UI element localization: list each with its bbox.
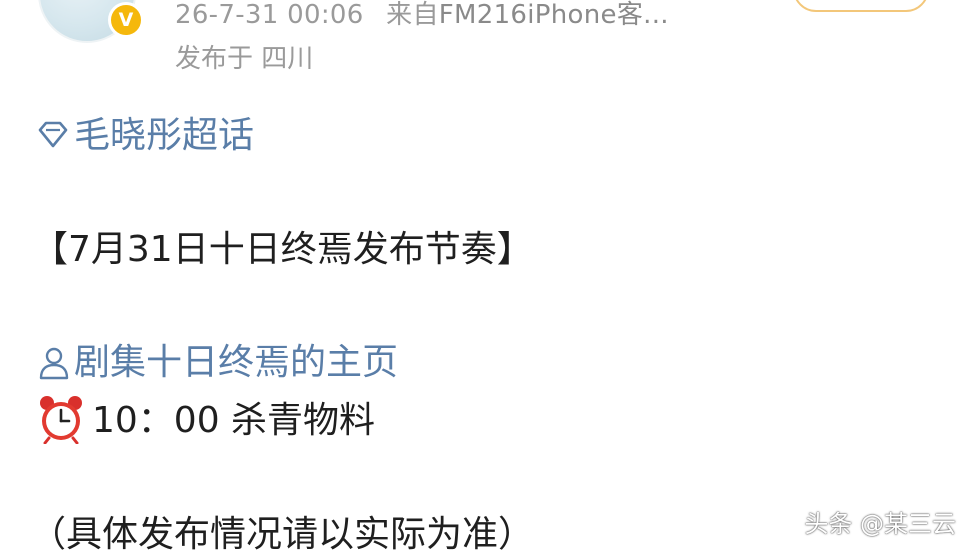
post-body: 毛晓彤超话 【7月31日十日终焉发布节奏】 剧集十日终焉的主页 10：00 杀青…	[0, 0, 968, 551]
watermark: 头条 @某三云	[804, 510, 956, 538]
mention-label: 剧集十日终焉的主页	[74, 342, 399, 383]
person-icon	[39, 347, 69, 380]
mention-link[interactable]: 剧集十日终焉的主页	[38, 333, 398, 385]
schedule-item: 10：00 杀青物料	[36, 391, 375, 444]
diamond-icon	[38, 121, 68, 148]
schedule-text: 10：00 杀青物料	[92, 400, 376, 441]
alarm-clock-icon	[40, 396, 82, 444]
weibo-post-screenshot: V 26-7-31 00:06 来自FM216iPhone客... 发布于 四川…	[0, 0, 968, 551]
supertopic-label: 毛晓彤超话	[74, 115, 255, 156]
supertopic-link[interactable]: 毛晓彤超话	[36, 106, 254, 158]
post-note: （具体发布情况请以实际为准）	[30, 514, 535, 551]
post-title: 【7月31日十日终焉发布节奏】	[32, 229, 533, 270]
